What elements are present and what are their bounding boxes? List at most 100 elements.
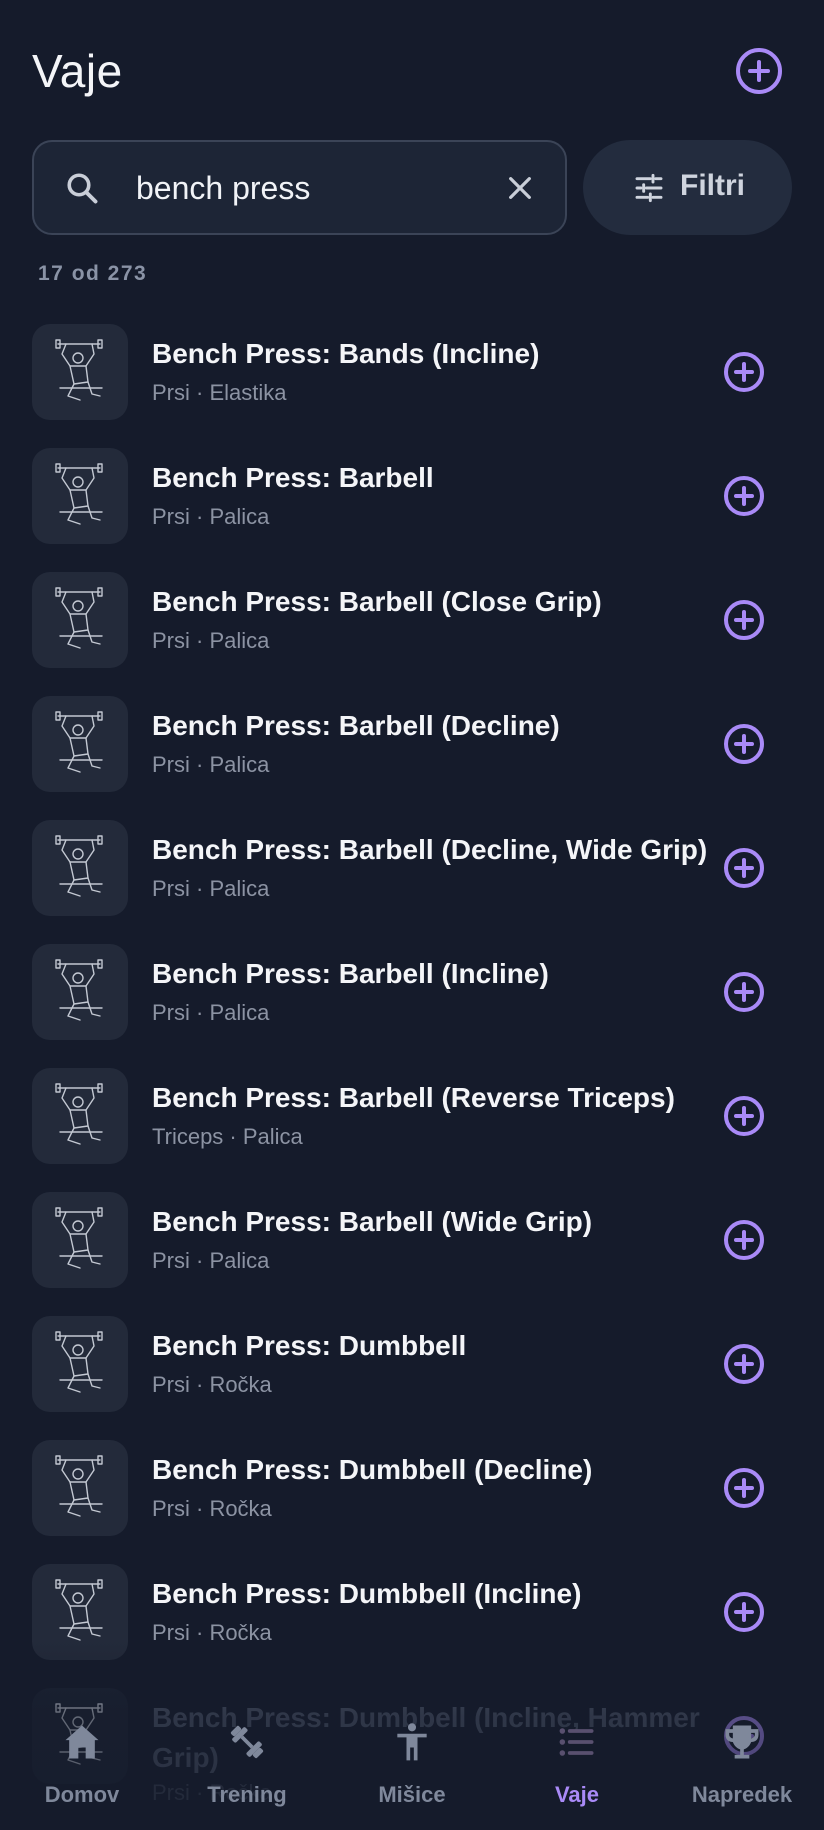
plus-icon-stroke (742, 1602, 746, 1622)
exercise-thumbnail (32, 1316, 128, 1412)
add-to-workout-button[interactable] (724, 1468, 764, 1508)
exercise-figure-icon (55, 1331, 103, 1393)
exercise-meta: Prsi · Ročka (152, 1496, 272, 1521)
exercise-name: Bench Press: Barbell (Decline, Wide Grip… (152, 834, 708, 865)
exercise-name: Bench Press: Dumbbell (Decline) (152, 1454, 593, 1485)
nav-item-vaje[interactable]: Vaje (495, 1700, 659, 1830)
exercise-thumbnail (32, 324, 128, 420)
exercise-thumbnail (32, 448, 128, 544)
plus-icon-stroke (757, 60, 761, 82)
add-to-workout-button[interactable] (724, 1344, 764, 1384)
clear-search-icon[interactable] (504, 172, 536, 204)
add-to-workout-button[interactable] (724, 476, 764, 516)
exercise-figure-icon (55, 1207, 103, 1269)
nav-item-trening[interactable]: Trening (165, 1700, 329, 1830)
add-to-workout-button[interactable] (724, 1220, 764, 1260)
exercise-name: Bench Press: Bands (Incline) (152, 338, 540, 369)
list-item[interactable]: Bench Press: Barbell Prsi · Palica (0, 448, 824, 572)
filter-button[interactable]: Filtri (583, 140, 792, 235)
sliders-icon (635, 173, 663, 203)
exercise-meta: Prsi · Palica (152, 1248, 270, 1273)
list-item[interactable]: Bench Press: Barbell (Reverse Triceps) Tr… (0, 1068, 824, 1192)
plus-icon-stroke (742, 362, 746, 382)
plus-icon-stroke (742, 858, 746, 878)
header: Vaje (0, 0, 824, 120)
exercise-figure-icon (55, 959, 103, 1021)
exercise-name: Bench Press: Barbell (Close Grip) (152, 586, 602, 617)
exercise-name: Bench Press: Barbell (Reverse Triceps) (152, 1082, 675, 1113)
page-title: Vaje (32, 45, 123, 97)
list-item[interactable]: Bench Press: Barbell (Decline, Wide Grip… (0, 820, 824, 944)
exercise-meta: Triceps · Palica (152, 1124, 303, 1149)
list-item[interactable]: Bench Press: Barbell (Wide Grip) Prsi · P… (0, 1192, 824, 1316)
exercise-figure-icon (55, 835, 103, 897)
nav-label: Mišice (378, 1782, 446, 1807)
plus-icon-stroke (742, 1230, 746, 1250)
exercise-name: Bench Press: Barbell (Incline) (152, 958, 549, 989)
search-icon (67, 173, 98, 204)
add-to-workout-button[interactable] (724, 1096, 764, 1136)
plus-icon-stroke (742, 734, 746, 754)
home-icon (65, 1725, 99, 1759)
exercise-screen: Vaje Filtri 17 od 273 Bench Press: Bands… (0, 0, 824, 1830)
plus-icon-stroke (742, 486, 746, 506)
list-item[interactable]: Bench Press: Barbell (Decline) Prsi · Pal… (0, 696, 824, 820)
exercise-name: Bench Press: Barbell (Decline) (152, 710, 560, 741)
exercise-thumbnail (32, 572, 128, 668)
plus-icon-stroke (742, 1354, 746, 1374)
exercise-figure-icon (55, 711, 103, 773)
exercise-meta: Prsi · Palica (152, 628, 270, 653)
list-item[interactable]: Bench Press: Dumbbell Prsi · Ročka (0, 1316, 824, 1440)
bottom-nav: Domov Trening Mišice Vaje Napredek (0, 1700, 824, 1830)
add-to-workout-button[interactable] (724, 600, 764, 640)
exercise-figure-icon (55, 1579, 103, 1641)
exercise-meta: Prsi · Palica (152, 1000, 270, 1025)
nav-label: Trening (207, 1782, 287, 1807)
search-box (32, 140, 567, 235)
plus-icon-stroke (742, 610, 746, 630)
exercise-name: Bench Press: Dumbbell (152, 1330, 467, 1361)
exercise-name: Bench Press: Dumbbell (Incline) (152, 1578, 582, 1609)
person-icon (397, 1723, 427, 1761)
exercise-meta: Prsi · Elastika (152, 380, 287, 405)
add-to-workout-button[interactable] (724, 352, 764, 392)
exercise-thumbnail (32, 820, 128, 916)
exercise-name: Bench Press: Barbell (152, 462, 434, 493)
list-item[interactable]: Bench Press: Bands (Incline) Prsi · Elast… (0, 324, 824, 448)
exercise-figure-icon (55, 339, 103, 401)
plus-icon-stroke (742, 1478, 746, 1498)
add-to-workout-button[interactable] (724, 724, 764, 764)
nav-label: Vaje (554, 1782, 600, 1807)
search-input[interactable] (136, 162, 516, 214)
exercise-thumbnail (32, 696, 128, 792)
add-to-workout-button[interactable] (724, 848, 764, 888)
add-to-workout-button[interactable] (724, 972, 764, 1012)
nav-label: Napredek (691, 1782, 793, 1807)
nav-label: Domov (44, 1782, 120, 1807)
exercise-meta: Prsi · Palica (152, 752, 270, 777)
exercise-name: Bench Press: Barbell (Wide Grip) (152, 1206, 593, 1237)
exercise-thumbnail (32, 1440, 128, 1536)
exercise-thumbnail (32, 944, 128, 1040)
exercise-figure-icon (55, 1455, 103, 1517)
trophy-icon (725, 1725, 759, 1759)
list-item[interactable]: Bench Press: Barbell (Incline) Prsi · Pal… (0, 944, 824, 1068)
dumbbell-icon (230, 1725, 264, 1759)
exercise-thumbnail (32, 1192, 128, 1288)
nav-item-domov[interactable]: Domov (0, 1700, 164, 1830)
nav-item-misice[interactable]: Mišice (330, 1700, 494, 1830)
exercise-figure-icon (55, 587, 103, 649)
exercise-figure-icon (55, 463, 103, 525)
list-item[interactable]: Bench Press: Dumbbell (Decline) Prsi · Ro… (0, 1440, 824, 1564)
filter-label: Filtri (680, 169, 745, 202)
list-item[interactable]: Bench Press: Barbell (Close Grip) Prsi · … (0, 572, 824, 696)
list-icon (559, 1728, 594, 1756)
plus-icon-stroke (742, 1106, 746, 1126)
exercise-figure-icon (55, 1083, 103, 1145)
add-exercise-button[interactable] (736, 48, 782, 94)
exercise-meta: Prsi · Ročka (152, 1372, 272, 1397)
exercise-meta: Prsi · Palica (152, 876, 270, 901)
add-to-workout-button[interactable] (724, 1592, 764, 1632)
exercise-meta: Prsi · Palica (152, 504, 270, 529)
nav-item-napredek[interactable]: Napredek (660, 1700, 824, 1830)
